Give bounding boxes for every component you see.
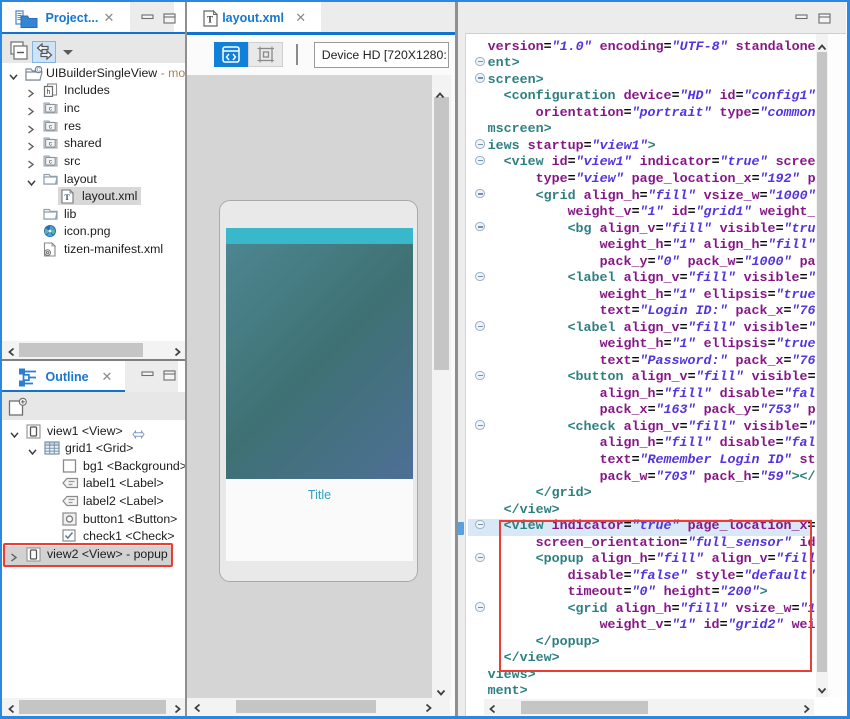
svg-text:T: T — [207, 15, 213, 25]
